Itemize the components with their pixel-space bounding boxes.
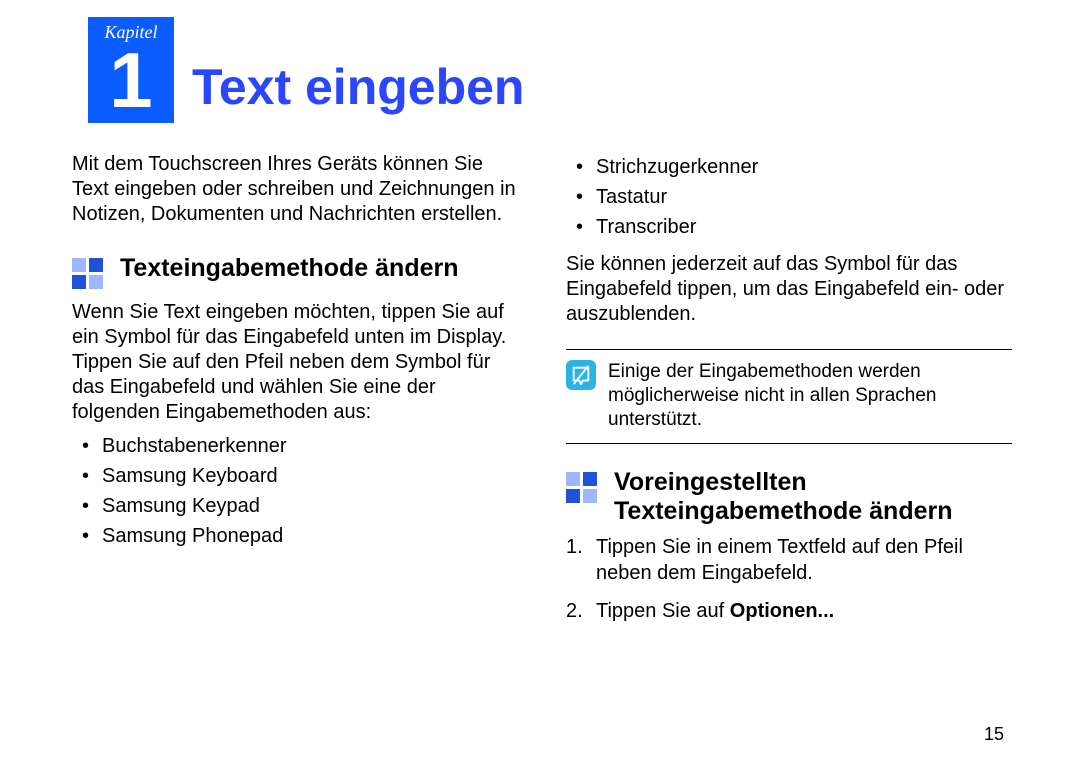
step-text: Tippen Sie in einem Textfeld auf den Pfe… — [596, 536, 963, 584]
method-list-right: Strichzugerkenner Tastatur Transcriber — [566, 152, 1012, 242]
list-item: Tastatur — [566, 182, 1012, 212]
section-header: Texteingabemethode ändern — [72, 254, 518, 292]
page-title: Text eingeben — [192, 58, 524, 116]
section-title: Voreingestellten Texteingabemethode ände… — [614, 468, 1012, 526]
content-columns: Mit dem Touchscreen Ihres Geräts können … — [72, 152, 1012, 636]
step-number: 1. — [566, 534, 583, 560]
list-item: Samsung Keyboard — [72, 461, 518, 491]
list-item: Transcriber — [566, 212, 1012, 242]
note-text: Einige der Eingabemethoden werden möglic… — [608, 360, 1012, 431]
steps-list: 1. Tippen Sie in einem Textfeld auf den … — [566, 534, 1012, 624]
info-paragraph: Sie können jederzeit auf das Symbol für … — [566, 252, 1012, 327]
list-item: Samsung Phonepad — [72, 521, 518, 551]
chapter-number: 1 — [88, 41, 174, 119]
step-text-bold: Optionen... — [730, 600, 834, 622]
step-text-prefix: Tippen Sie auf — [596, 600, 730, 622]
section-squares-icon — [566, 472, 600, 506]
note-icon — [566, 360, 596, 390]
list-item: Buchstabenerkenner — [72, 431, 518, 461]
method-list-left: Buchstabenerkenner Samsung Keyboard Sams… — [72, 431, 518, 551]
right-column: Strichzugerkenner Tastatur Transcriber S… — [566, 152, 1012, 636]
intro-paragraph: Mit dem Touchscreen Ihres Geräts können … — [72, 152, 518, 227]
document-page: Kapitel 1 Text eingeben Mit dem Touchscr… — [0, 0, 1080, 765]
step-item: 2. Tippen Sie auf Optionen... — [566, 598, 1012, 624]
step-number: 2. — [566, 598, 583, 624]
chapter-badge: Kapitel 1 — [88, 17, 174, 123]
list-item: Samsung Keypad — [72, 491, 518, 521]
page-number: 15 — [984, 724, 1004, 745]
section-change-input-method: Texteingabemethode ändern Wenn Sie Text … — [72, 254, 518, 551]
left-column: Mit dem Touchscreen Ihres Geräts können … — [72, 152, 518, 636]
section-title: Texteingabemethode ändern — [120, 254, 459, 283]
section-squares-icon — [72, 258, 106, 292]
step-item: 1. Tippen Sie in einem Textfeld auf den … — [566, 534, 1012, 586]
section-header: Voreingestellten Texteingabemethode ände… — [566, 468, 1012, 526]
section-body: Wenn Sie Text eingeben möchten, tippen S… — [72, 300, 518, 425]
list-item: Strichzugerkenner — [566, 152, 1012, 182]
note-box: Einige der Eingabemethoden werden möglic… — [566, 349, 1012, 444]
section-default-input-method: Voreingestellten Texteingabemethode ände… — [566, 468, 1012, 624]
